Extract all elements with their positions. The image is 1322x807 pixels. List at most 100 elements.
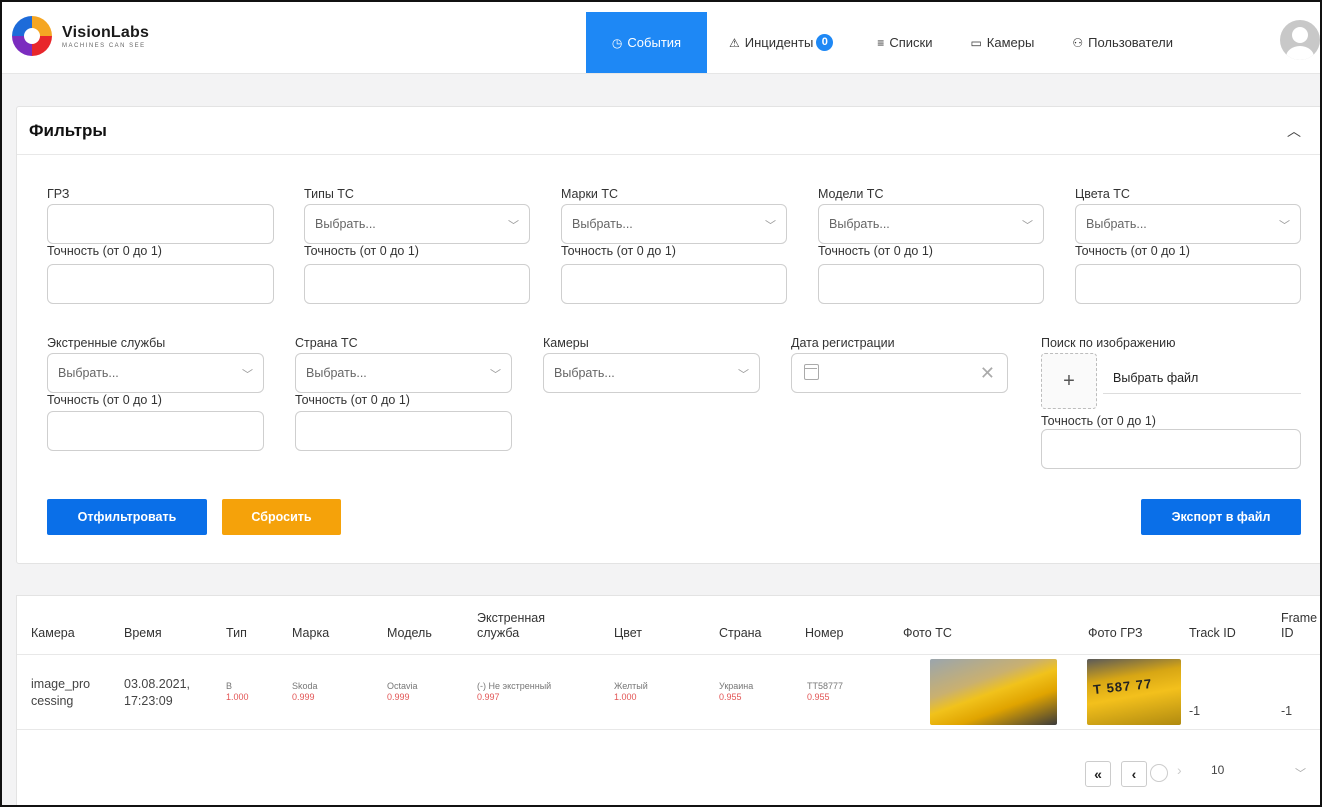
models-select[interactable]: Выбрать... ﹀: [818, 204, 1044, 244]
grz-accuracy-input[interactable]: [47, 264, 274, 304]
vehicle-types-label: Типы ТС: [304, 187, 354, 201]
upload-divider: [1103, 393, 1301, 394]
models-accuracy-input[interactable]: [818, 264, 1044, 304]
row-divider: [17, 729, 1320, 730]
top-header: VisionLabs MACHINES CAN SEE ◷ События ⚠ …: [2, 2, 1320, 74]
col-header-emergency-line2: служба: [477, 626, 520, 640]
vehicle-types-select[interactable]: Выбрать... ﹀: [304, 204, 530, 244]
cell-brand-value: Skoda: [292, 681, 318, 691]
close-icon[interactable]: ✕: [980, 363, 995, 384]
cell-brand-conf: 0.999: [292, 692, 315, 702]
brand-logo[interactable]: VisionLabs MACHINES CAN SEE: [12, 16, 149, 56]
reg-date-picker[interactable]: ✕: [791, 353, 1008, 393]
col-header-brand[interactable]: Марка: [292, 626, 329, 641]
chevron-down-icon: ﹀: [1279, 220, 1290, 232]
colors-accuracy-input[interactable]: [1075, 264, 1301, 304]
warning-icon: ⚠: [729, 35, 740, 50]
nav-item-lists[interactable]: ≡ Списки: [855, 12, 954, 73]
cell-camera-line2: cessing: [31, 694, 74, 708]
page-indicator[interactable]: [1150, 764, 1168, 782]
prev-page-button[interactable]: ‹: [1121, 761, 1147, 787]
reg-date-label: Дата регистрации: [791, 336, 895, 350]
emergency-accuracy-input[interactable]: [47, 411, 264, 451]
vehicle-photo[interactable]: [930, 659, 1057, 725]
nav-item-users[interactable]: ⚇ Пользователи: [1050, 12, 1195, 73]
brand-title: VisionLabs: [62, 23, 150, 41]
col-header-model[interactable]: Модель: [387, 626, 432, 641]
filters-header[interactable]: Фильтры ︿: [17, 107, 1320, 155]
country-label: Страна ТС: [295, 336, 358, 350]
country-accuracy-label: Точность (от 0 до 1): [295, 393, 410, 407]
cell-number-value: TT58777: [807, 681, 844, 691]
grz-input[interactable]: [47, 204, 274, 244]
reset-button[interactable]: Сбросить: [222, 499, 341, 535]
users-icon: ⚇: [1072, 35, 1084, 50]
chevron-up-icon[interactable]: ︿: [1287, 121, 1301, 141]
col-header-camera[interactable]: Камера: [31, 626, 75, 641]
col-header-color[interactable]: Цвет: [614, 626, 642, 641]
cell-model-value: Octavia: [387, 681, 418, 691]
col-header-frame-line2: ID: [1281, 626, 1294, 640]
nav-item-cameras[interactable]: ▭ Камеры: [954, 12, 1050, 73]
first-page-button[interactable]: «: [1085, 761, 1111, 787]
plate-photo[interactable]: T 587 77: [1087, 659, 1181, 725]
nav-item-label: Пользователи: [1088, 35, 1173, 50]
models-label: Модели ТС: [818, 187, 884, 201]
brands-select[interactable]: Выбрать... ﹀: [561, 204, 787, 244]
header-divider: [17, 654, 1320, 655]
cell-number-conf: 0.955: [807, 692, 830, 702]
choose-file-link[interactable]: Выбрать файл: [1113, 371, 1198, 385]
nav-item-incidents[interactable]: ⚠ Инциденты 0: [707, 12, 855, 73]
main-nav: ◷ События ⚠ Инциденты 0 ≡ Списки ▭ Камер…: [586, 12, 1195, 73]
col-header-photo-vehicle[interactable]: Фото ТС: [903, 626, 952, 641]
select-placeholder: Выбрать...: [829, 217, 890, 231]
col-header-frame-id[interactable]: Frame ID: [1281, 611, 1317, 641]
col-header-emergency-line1: Экстренная: [477, 611, 545, 625]
col-header-frame-line1: Frame: [1281, 611, 1318, 625]
cell-brand: Skoda 0.999: [292, 681, 318, 703]
cell-country: Украина 0.955: [719, 681, 753, 703]
brands-accuracy-input[interactable]: [561, 264, 787, 304]
emergency-select[interactable]: Выбрать... ﹀: [47, 353, 264, 393]
nav-item-events[interactable]: ◷ События: [586, 12, 707, 73]
col-header-time[interactable]: Время: [124, 626, 162, 641]
camera-icon: ▭: [970, 35, 982, 50]
select-placeholder: Выбрать...: [306, 366, 367, 380]
col-header-country[interactable]: Страна: [719, 626, 762, 641]
col-header-number[interactable]: Номер: [805, 626, 843, 641]
col-header-emergency[interactable]: Экстренная служба: [477, 611, 545, 641]
filter-button[interactable]: Отфильтровать: [47, 499, 207, 535]
models-accuracy-label: Точность (от 0 до 1): [818, 244, 933, 258]
cell-emergency-value: (-) Не экстренный: [477, 681, 552, 691]
col-header-track-id[interactable]: Track ID: [1189, 626, 1236, 641]
cameras-select[interactable]: Выбрать... ﹀: [543, 353, 760, 393]
colors-select[interactable]: Выбрать... ﹀: [1075, 204, 1301, 244]
chevron-down-icon: ﹀: [738, 369, 749, 381]
chevron-down-icon: ﹀: [490, 369, 501, 381]
select-placeholder: Выбрать...: [1086, 217, 1147, 231]
col-header-type[interactable]: Тип: [226, 626, 247, 641]
country-select[interactable]: Выбрать... ﹀: [295, 353, 512, 393]
col-header-photo-plate[interactable]: Фото ГРЗ: [1088, 626, 1143, 641]
export-button[interactable]: Экспорт в файл: [1141, 499, 1301, 535]
cell-frame-id: -1: [1281, 704, 1293, 718]
user-avatar[interactable]: [1280, 20, 1320, 60]
cell-color-conf: 1.000: [614, 692, 637, 702]
brands-accuracy-label: Точность (от 0 до 1): [561, 244, 676, 258]
chevron-down-icon[interactable]: ﹀: [1295, 765, 1306, 781]
cell-color: Желтый 1.000: [614, 681, 648, 703]
page-size-select[interactable]: 10: [1211, 763, 1224, 777]
image-accuracy-input[interactable]: [1041, 429, 1301, 469]
cell-camera-line1: image_pro: [31, 677, 91, 691]
grz-accuracy-label: Точность (от 0 до 1): [47, 244, 162, 258]
cell-model-conf: 0.999: [387, 692, 410, 702]
cell-emergency-conf: 0.997: [477, 692, 500, 702]
upload-image-button[interactable]: +: [1041, 353, 1097, 409]
brand-tagline: MACHINES CAN SEE: [62, 42, 146, 49]
next-page-button[interactable]: ›: [1177, 762, 1182, 778]
chevron-down-icon: ﹀: [765, 220, 776, 232]
calendar-icon: [804, 364, 819, 380]
cell-time: 03.08.2021, 17:23:09: [124, 676, 190, 710]
vehicle-types-accuracy-input[interactable]: [304, 264, 530, 304]
country-accuracy-input[interactable]: [295, 411, 512, 451]
